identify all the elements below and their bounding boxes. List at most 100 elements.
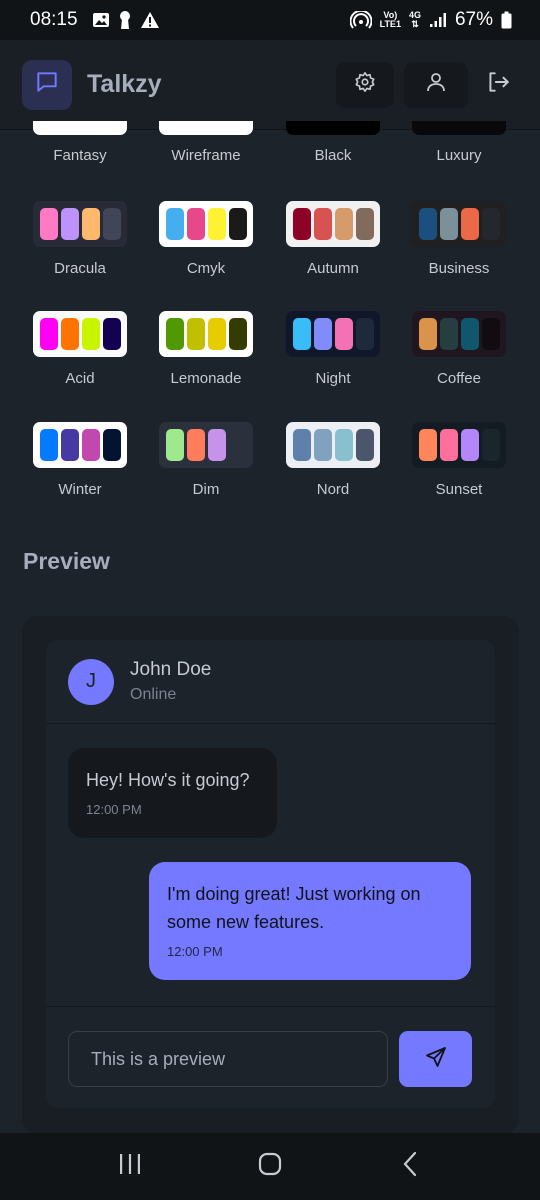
color-swatch	[60, 208, 79, 240]
color-swatch	[460, 318, 479, 350]
theme-label: Dracula	[54, 260, 106, 277]
message-text: Hey! How's it going?	[86, 770, 250, 790]
theme-card-fantasy[interactable]	[33, 121, 127, 135]
header-actions	[336, 61, 518, 108]
back-button[interactable]	[380, 1142, 440, 1192]
hotspot-icon	[349, 11, 372, 29]
theme-option-business[interactable]: Business	[412, 201, 506, 277]
color-swatch	[102, 318, 121, 350]
image-icon	[92, 12, 110, 28]
app-logo[interactable]	[22, 59, 72, 110]
theme-row: Dracula Cmyk Autumn Business	[0, 201, 540, 281]
theme-option-coffee[interactable]: Coffee	[412, 311, 506, 387]
message-input[interactable]	[68, 1031, 388, 1087]
theme-option-lemonade[interactable]: Lemonade	[159, 311, 253, 387]
color-swatch	[207, 208, 226, 240]
theme-label: Coffee	[437, 370, 481, 387]
color-swatch	[207, 429, 226, 461]
network-label: Vo) LTE1	[379, 10, 401, 29]
theme-option-dim[interactable]: Dim	[159, 422, 253, 498]
theme-swatch-card[interactable]	[33, 422, 127, 468]
color-swatch	[418, 318, 437, 350]
theme-label: Sunset	[435, 481, 483, 498]
chat-header: J John Doe Online	[46, 640, 495, 724]
color-swatch	[418, 429, 437, 461]
message-time: 12:00 PM	[86, 802, 142, 817]
theme-card-wireframe[interactable]	[159, 121, 253, 135]
theme-swatch-card[interactable]	[159, 311, 253, 357]
avatar-initial: J	[86, 670, 96, 692]
status-bar: 08:15 Vo) LTE1 4G ⇅ 67%	[0, 0, 540, 40]
theme-option-cmyk[interactable]: Cmyk	[159, 201, 253, 277]
color-swatch	[165, 318, 184, 350]
user-icon	[424, 70, 448, 99]
color-swatch	[355, 318, 374, 350]
theme-label: Lemonade	[170, 370, 242, 387]
message-received: Hey! How's it going? 12:00 PM	[68, 748, 277, 838]
theme-label: Autumn	[307, 260, 359, 277]
settings-button[interactable]	[336, 61, 394, 108]
chat-window: J John Doe Online Hey! How's it going? 1…	[46, 640, 495, 1108]
color-swatch	[334, 318, 353, 350]
theme-swatch-card[interactable]	[412, 422, 506, 468]
theme-label: Business	[428, 260, 490, 277]
color-swatch	[81, 318, 100, 350]
theme-option-winter[interactable]: Winter	[33, 422, 127, 498]
color-swatch	[439, 318, 458, 350]
app-header: Talkzy	[0, 40, 540, 130]
message-sent: I'm doing great! Just working on some ne…	[149, 862, 471, 980]
color-swatch	[186, 318, 205, 350]
color-swatch	[39, 429, 58, 461]
battery-percentage: 67%	[454, 9, 493, 30]
theme-label: Cmyk	[186, 260, 226, 277]
battery-icon	[501, 11, 512, 29]
color-swatch	[460, 429, 479, 461]
theme-swatch-card[interactable]	[412, 311, 506, 357]
theme-label: Luxury	[436, 147, 482, 164]
color-swatch	[481, 318, 500, 350]
theme-swatch-card[interactable]	[33, 201, 127, 247]
theme-option-nord[interactable]: Nord	[286, 422, 380, 498]
theme-card-black[interactable]	[286, 121, 380, 135]
theme-option-sunset[interactable]: Sunset	[412, 422, 506, 498]
theme-swatch-card[interactable]	[412, 201, 506, 247]
theme-option-autumn[interactable]: Autumn	[286, 201, 380, 277]
home-button[interactable]	[240, 1142, 300, 1192]
theme-label: Fantasy	[53, 147, 107, 164]
theme-option-night[interactable]: Night	[286, 311, 380, 387]
color-swatch	[102, 208, 121, 240]
theme-swatch-card[interactable]	[286, 422, 380, 468]
profile-button[interactable]	[404, 61, 468, 108]
warning-icon	[140, 11, 160, 29]
theme-swatch-card[interactable]	[33, 311, 127, 357]
theme-label: Acid	[65, 370, 95, 387]
contact-name: John Doe	[130, 659, 212, 680]
theme-swatch-card[interactable]	[286, 311, 380, 357]
theme-option-dracula[interactable]: Dracula	[33, 201, 127, 277]
avatar: J	[68, 658, 114, 705]
color-swatch	[292, 318, 311, 350]
color-swatch	[186, 429, 205, 461]
color-swatch	[439, 429, 458, 461]
keyhole-icon	[118, 10, 132, 30]
logout-icon	[485, 69, 511, 100]
theme-swatch-card[interactable]	[159, 201, 253, 247]
status-time: 08:15	[30, 9, 78, 30]
theme-option-acid[interactable]: Acid	[33, 311, 127, 387]
message-text: I'm doing great! Just working on some ne…	[167, 884, 421, 932]
theme-card-luxury[interactable]	[412, 121, 506, 135]
send-button[interactable]	[399, 1031, 472, 1087]
theme-row-partial: Fantasy Wireframe Black Luxury	[0, 121, 540, 171]
signal-icon	[429, 12, 447, 28]
color-swatch	[292, 429, 311, 461]
theme-swatch-card[interactable]	[286, 201, 380, 247]
logout-button[interactable]	[478, 62, 518, 108]
color-swatch	[481, 208, 500, 240]
theme-label: Dim	[192, 481, 220, 498]
chat-footer	[46, 1006, 495, 1108]
recent-apps-button[interactable]	[100, 1142, 160, 1192]
theme-swatch-card[interactable]	[159, 422, 253, 468]
color-swatch	[355, 208, 374, 240]
theme-row: Acid Lemonade Night Coffee	[0, 311, 540, 391]
color-swatch	[460, 208, 479, 240]
